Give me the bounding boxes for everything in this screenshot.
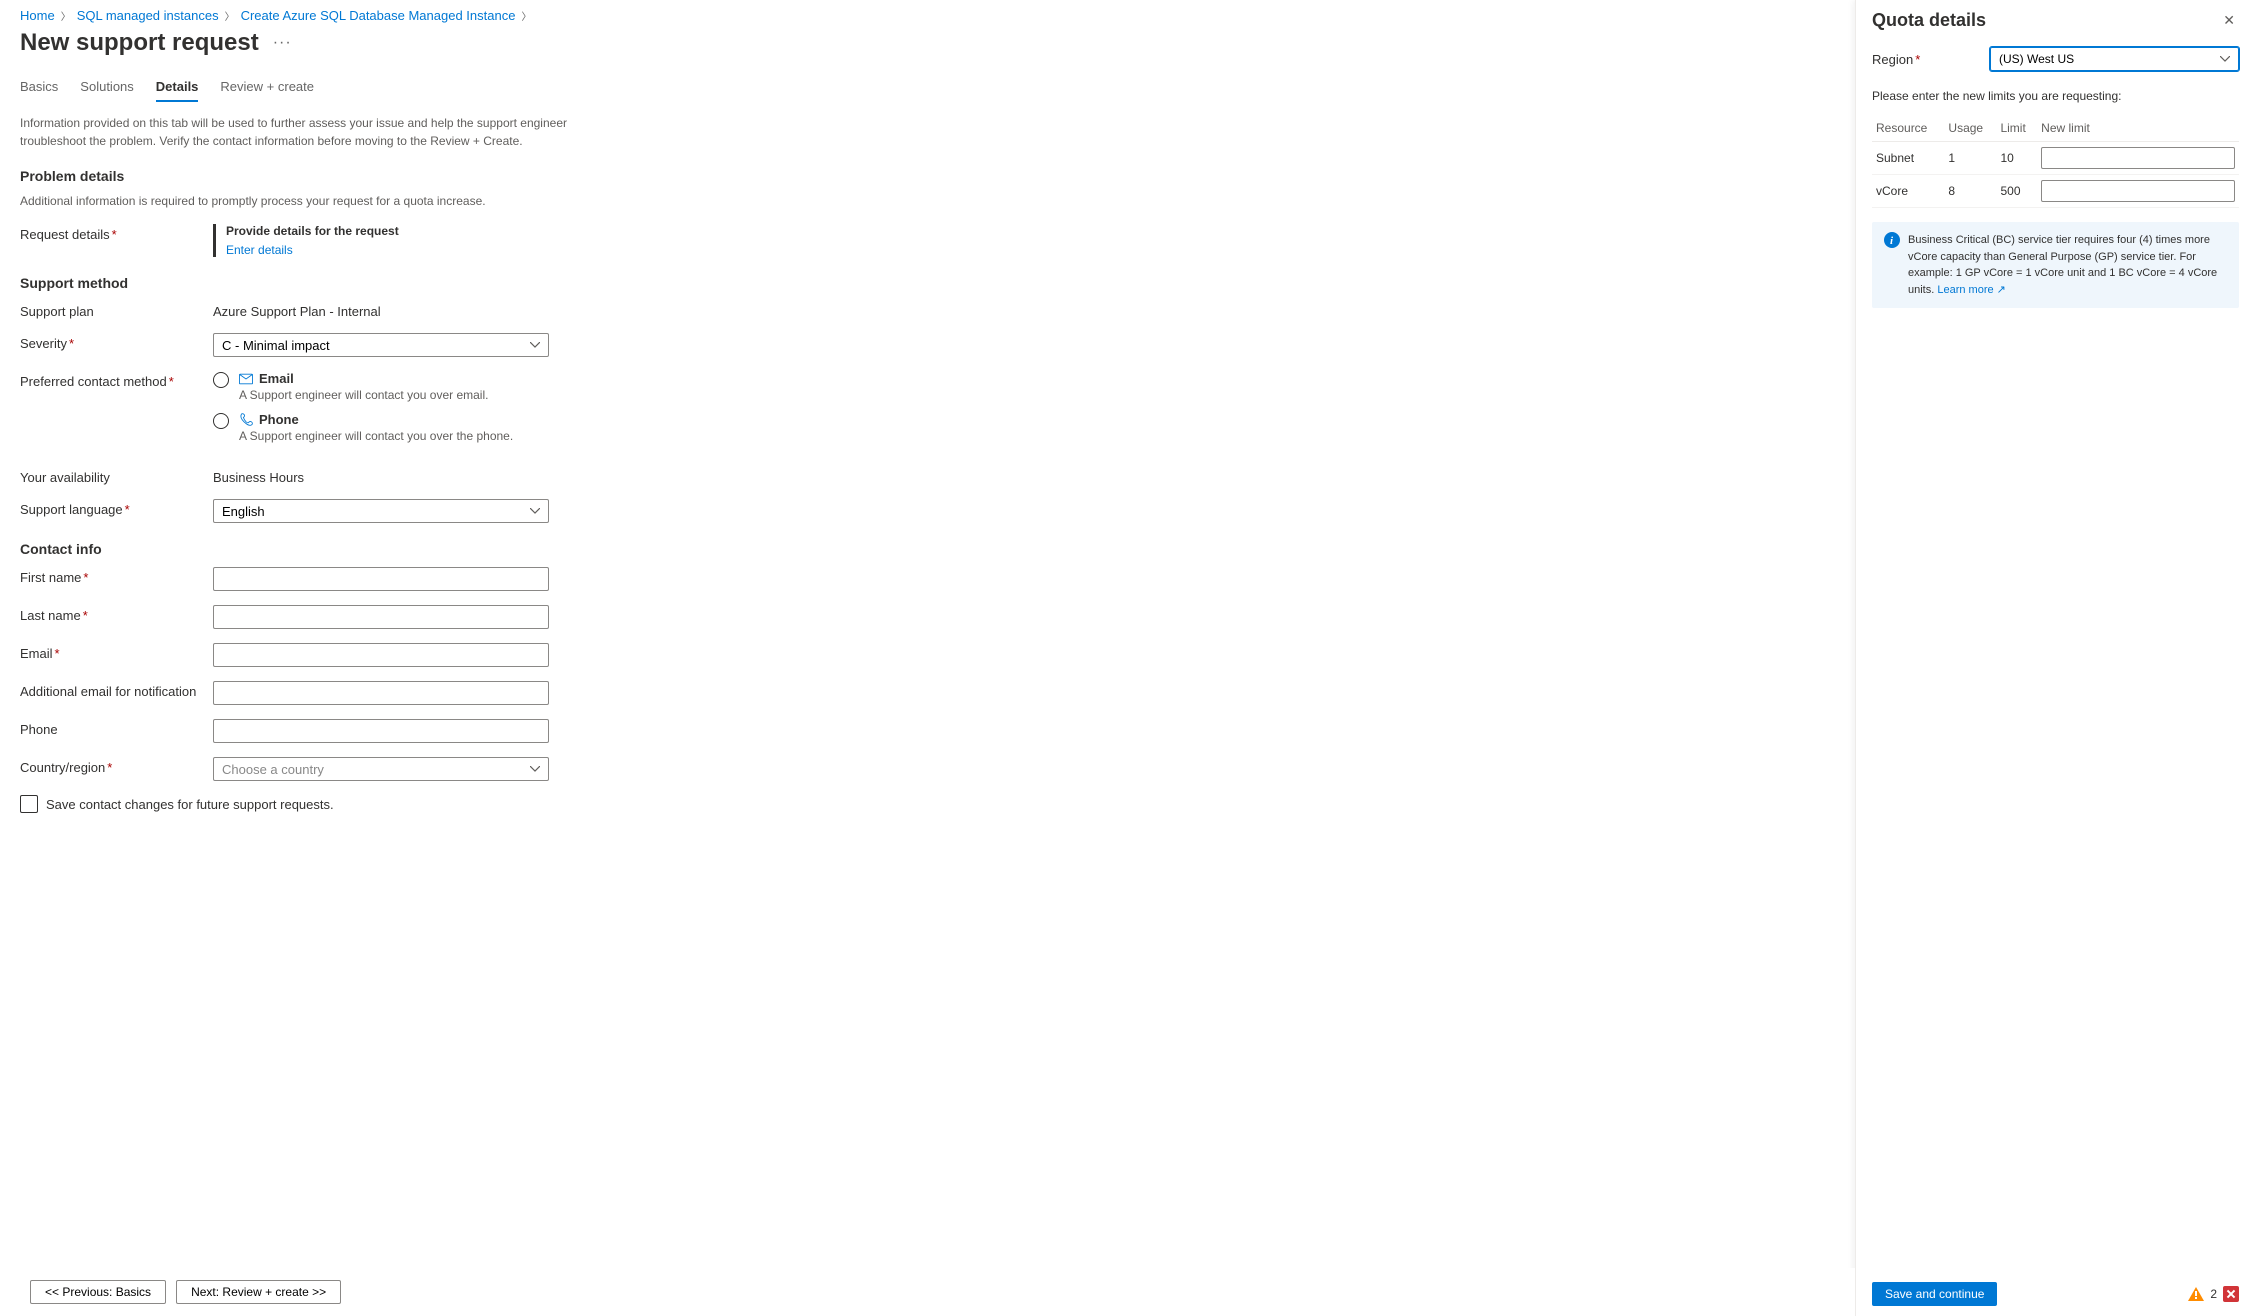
info-icon [1884,232,1900,248]
addl-email-input[interactable] [213,681,549,705]
save-contact-label: Save contact changes for future support … [46,797,334,812]
th-newlimit: New limit [2037,115,2239,142]
tab-basics[interactable]: Basics [20,73,58,102]
support-plan-value: Azure Support Plan - Internal [213,301,381,319]
th-limit: Limit [1996,115,2037,142]
radio-email-desc: A Support engineer will contact you over… [239,388,488,402]
cell-usage: 8 [1944,175,1996,208]
quota-table: Resource Usage Limit New limit Subnet 1 … [1872,115,2239,208]
phone-input[interactable] [213,719,549,743]
phone-label: Phone [20,719,213,737]
info-box: Business Critical (BC) service tier requ… [1872,222,2239,308]
provide-details-box: Provide details for the request Enter de… [213,224,1835,257]
quota-panel: Quota details ✕ Region* (US) West US Ple… [1855,0,2255,1316]
radio-email[interactable] [213,372,229,388]
close-icon[interactable]: ✕ [2219,10,2239,31]
language-select[interactable]: English [213,499,549,523]
page-title: New support request [20,29,259,57]
next-button[interactable]: Next: Review + create >> [176,1280,341,1304]
severity-label: Severity* [20,333,213,351]
support-plan-label: Support plan [20,301,213,319]
problem-subtext: Additional information is required to pr… [20,194,1835,208]
enter-details-link[interactable]: Enter details [226,243,293,257]
footer: << Previous: Basics Next: Review + creat… [0,1268,1855,1316]
newlimit-input-vcore[interactable] [2041,180,2235,202]
save-continue-button[interactable]: Save and continue [1872,1282,1997,1306]
mail-icon [239,372,253,386]
email-input[interactable] [213,643,549,667]
contact-method-label: Preferred contact method* [20,371,213,389]
breadcrumb-create[interactable]: Create Azure SQL Database Managed Instan… [241,8,516,23]
th-usage: Usage [1944,115,1996,142]
th-resource: Resource [1872,115,1944,142]
region-label: Region* [1872,52,1990,67]
chevron-right-icon: 〉 [225,8,235,23]
table-row: vCore 8 500 [1872,175,2239,208]
panel-title: Quota details [1872,10,1986,31]
table-row: Subnet 1 10 [1872,142,2239,175]
problem-heading: Problem details [20,168,1835,184]
intro-text: Information provided on this tab will be… [20,114,580,150]
breadcrumb: Home 〉 SQL managed instances 〉 Create Az… [20,8,1835,23]
first-name-input[interactable] [213,567,549,591]
warning-icon [2188,1287,2204,1301]
severity-select[interactable]: C - Minimal impact [213,333,549,357]
support-heading: Support method [20,275,1835,291]
country-label: Country/region* [20,757,213,775]
first-name-label: First name* [20,567,213,585]
breadcrumb-home[interactable]: Home [20,8,55,23]
country-select[interactable]: Choose a country [213,757,549,781]
addl-email-label: Additional email for notification [20,681,213,699]
contact-heading: Contact info [20,541,1835,557]
cell-resource: Subnet [1872,142,1944,175]
cell-limit: 500 [1996,175,2037,208]
email-label: Email* [20,643,213,661]
error-icon[interactable] [2223,1286,2239,1302]
prev-button[interactable]: << Previous: Basics [30,1280,166,1304]
language-label: Support language* [20,499,213,517]
learn-more-link[interactable]: Learn more ↗ [1937,284,2006,296]
radio-email-label: Email [259,371,294,386]
save-contact-checkbox[interactable] [20,795,38,813]
status-badges: 2 [2188,1286,2239,1302]
more-icon[interactable]: ··· [273,34,292,52]
radio-phone-desc: A Support engineer will contact you over… [239,429,513,443]
limits-text: Please enter the new limits you are requ… [1872,89,2239,103]
region-select[interactable]: (US) West US [1990,47,2239,71]
radio-phone-label: Phone [259,412,299,427]
tab-solutions[interactable]: Solutions [80,73,133,102]
request-details-label: Request details* [20,224,213,242]
tab-review[interactable]: Review + create [220,73,314,102]
radio-phone[interactable] [213,413,229,429]
tab-bar: Basics Solutions Details Review + create [20,73,1835,102]
cell-limit: 10 [1996,142,2037,175]
cell-usage: 1 [1944,142,1996,175]
chevron-right-icon: 〉 [521,8,531,23]
newlimit-input-subnet[interactable] [2041,147,2235,169]
phone-icon [239,413,253,427]
provide-title: Provide details for the request [226,224,1835,238]
availability-value: Business Hours [213,467,304,485]
warning-count: 2 [2210,1287,2217,1301]
breadcrumb-sql[interactable]: SQL managed instances [77,8,219,23]
chevron-right-icon: 〉 [61,8,71,23]
last-name-input[interactable] [213,605,549,629]
cell-resource: vCore [1872,175,1944,208]
last-name-label: Last name* [20,605,213,623]
tab-details[interactable]: Details [156,73,199,102]
availability-label: Your availability [20,467,213,485]
